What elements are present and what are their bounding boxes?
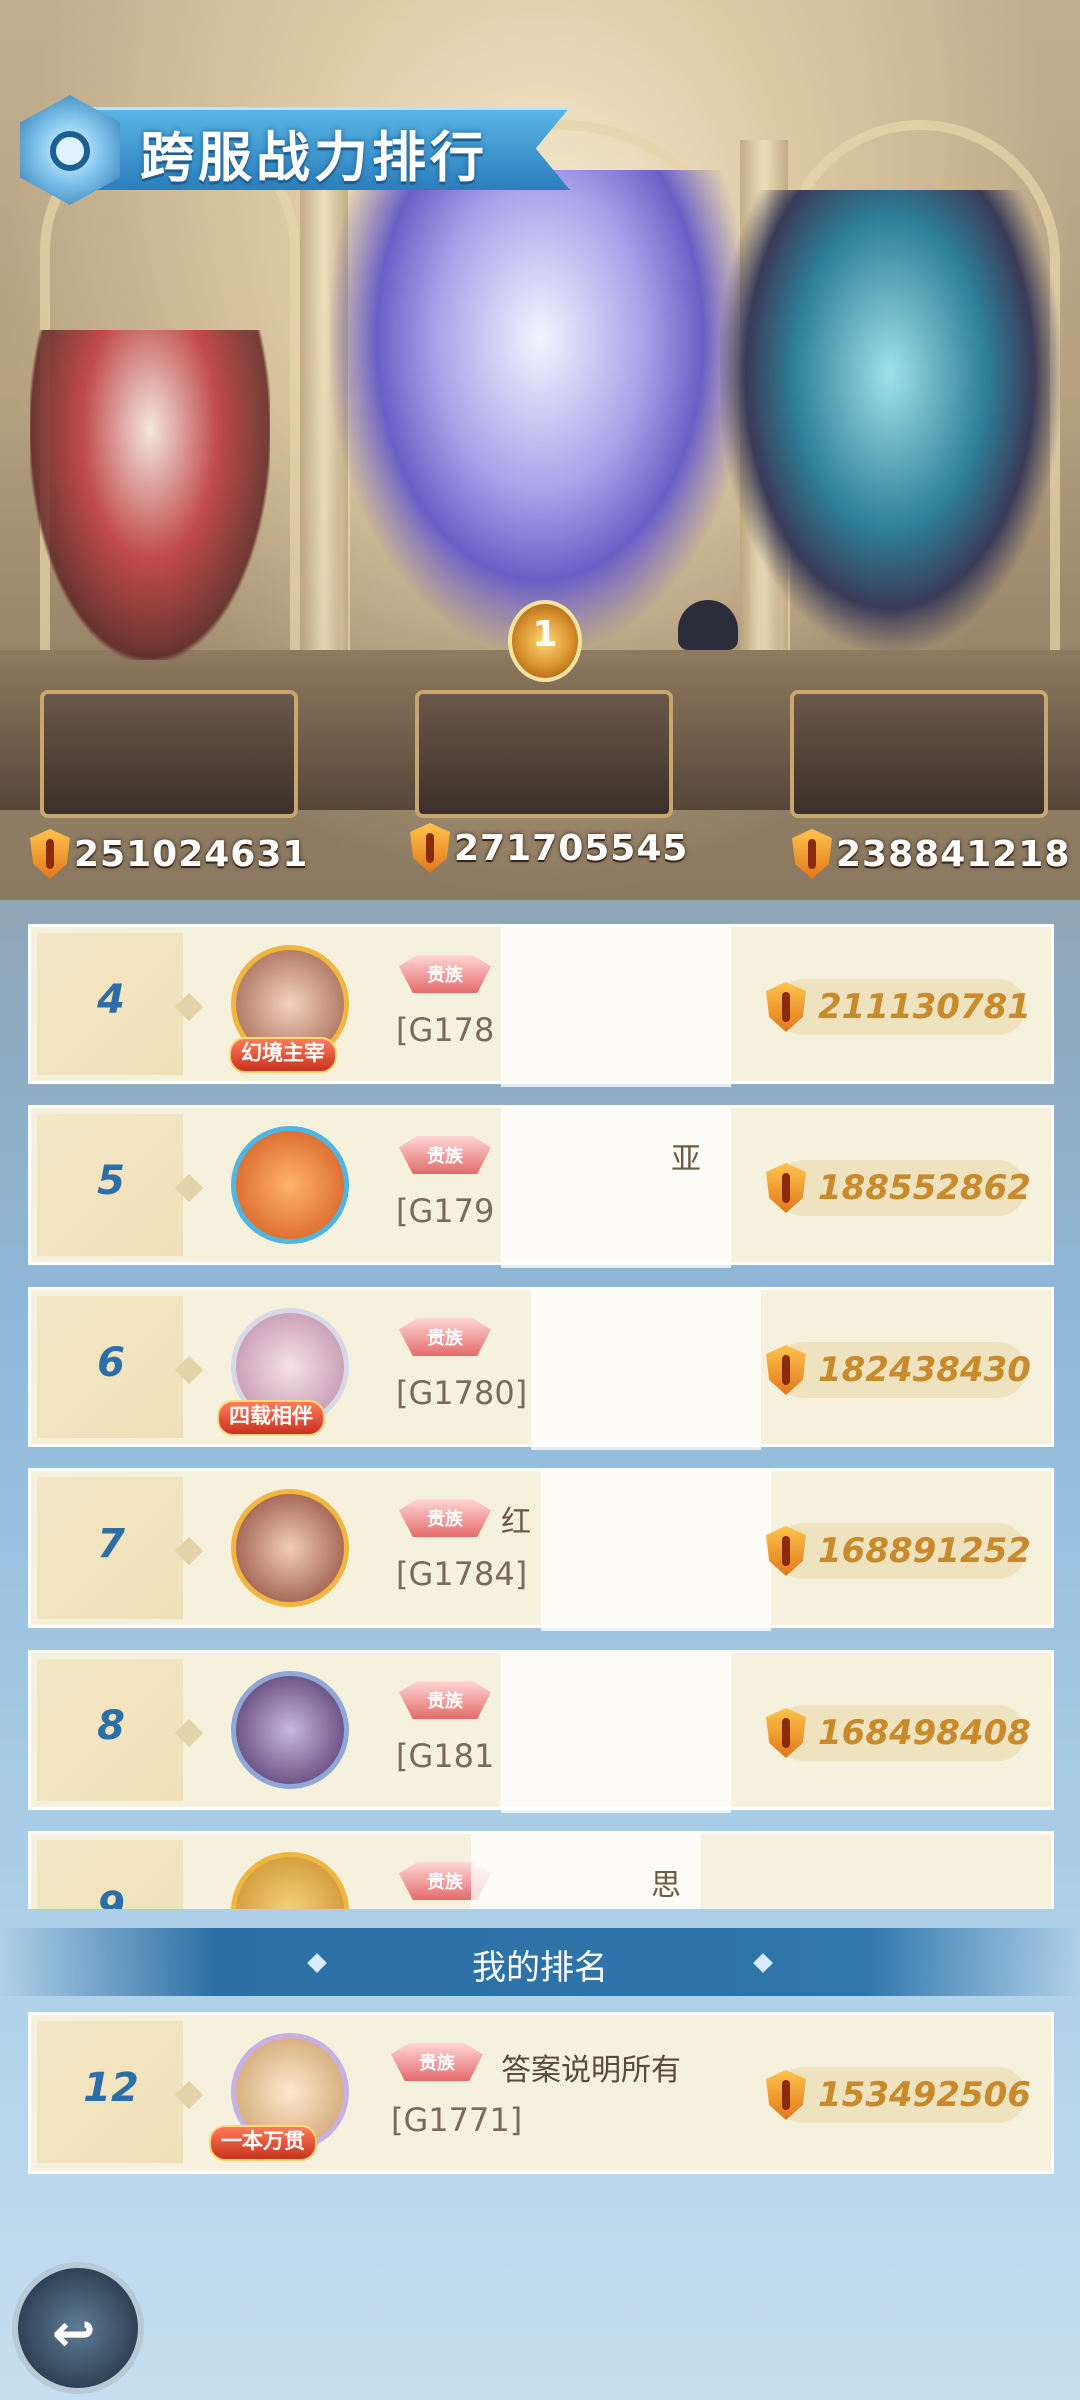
player-name: 思 [651, 1868, 681, 1903]
rank-number: 8 [97, 1703, 125, 1749]
top-power-center: 271705545 [410, 818, 688, 878]
top-hero-left[interactable] [30, 330, 270, 660]
avatar[interactable] [231, 1126, 349, 1244]
rank-number: 7 [97, 1521, 125, 1567]
avatar[interactable] [231, 1852, 349, 1909]
rank-number: 4 [97, 977, 125, 1023]
pedestal-left [40, 690, 298, 818]
power-value: 153492506 [818, 2075, 1031, 2115]
page-title: 跨服战力排行 [140, 126, 488, 189]
power-value: 168498408 [818, 1713, 1031, 1753]
my-rank-row[interactable]: 12 一本万贯 贵族 答案说明所有 [G1771] 153492506 [28, 2012, 1054, 2174]
avatar[interactable] [231, 1489, 349, 1607]
avatar-title-badge: 幻境主宰 [229, 1037, 337, 1073]
rank-one-badge: 1 [508, 600, 582, 682]
top-power-right: 238841218 [792, 824, 1070, 884]
server-tag: [G178 [396, 1011, 495, 1049]
player-name: 答案说明所有 [501, 2053, 681, 2088]
pedestal-center [415, 690, 673, 818]
power-value: 238841218 [836, 833, 1071, 875]
rank-row[interactable]: 7 贵族 [G1784] 红 168891252 [28, 1468, 1054, 1631]
vip-badge: 贵族 [399, 955, 491, 993]
pedestal-right [790, 690, 1048, 818]
vip-badge: 贵族 [399, 1318, 491, 1356]
avatar-title-badge: 一本万贯 [209, 2125, 317, 2161]
rank-number: 12 [83, 2065, 139, 2111]
rank-row[interactable]: 6 四载相伴 贵族 [G1780] 182438430 [28, 1287, 1054, 1450]
vip-badge: 贵族 [391, 2043, 483, 2081]
avatar-title-badge: 四载相伴 [217, 1400, 325, 1436]
power-pill: 188552862 [766, 1160, 1031, 1216]
power-pill: 168891252 [766, 1523, 1031, 1579]
avatar[interactable] [231, 1671, 349, 1789]
power-pill: 168498408 [766, 1705, 1031, 1761]
power-value: 168891252 [818, 1531, 1031, 1571]
title-banner: 跨服战力排行 [20, 95, 580, 205]
vip-badge: 贵族 [399, 1681, 491, 1719]
rank-row[interactable]: 5 贵族 [G179 亚 188552862 [28, 1105, 1054, 1268]
top-hero-right[interactable] [720, 190, 1060, 650]
shield-sword-icon [792, 829, 832, 879]
power-value: 271705545 [454, 827, 689, 869]
shield-sword-icon [766, 1163, 806, 1213]
rank-number: 6 [97, 1340, 125, 1386]
server-tag: [G181 [396, 1737, 495, 1775]
power-value: 188552862 [818, 1168, 1031, 1208]
rank-row[interactable]: 4 幻境主宰 贵族 [G178 211130781 [28, 924, 1054, 1087]
power-value: 182438430 [818, 1350, 1031, 1390]
my-rank-title: 我的排名 [472, 1948, 608, 1988]
player-name: 亚 [671, 1142, 701, 1177]
server-tag: [G179 [396, 1192, 495, 1230]
rank-list[interactable]: 4 幻境主宰 贵族 [G178 211130781 5 贵族 [G179 亚 1… [28, 924, 1054, 1909]
top-hero-center[interactable] [330, 170, 750, 650]
rank-row[interactable]: 8 贵族 [G181 168498408 [28, 1650, 1054, 1813]
shield-sword-icon [30, 829, 70, 879]
power-pill: 211130781 [766, 979, 1031, 1035]
rank-number: 9 [97, 1884, 125, 1909]
vip-badge: 贵族 [399, 1499, 491, 1537]
shield-sword-icon [766, 1708, 806, 1758]
back-button[interactable]: ↩ [12, 2262, 144, 2394]
shield-sword-icon [766, 982, 806, 1032]
top-power-left: 251024631 [30, 824, 308, 884]
rank-number: 5 [97, 1158, 125, 1204]
server-tag: [G1780] [396, 1374, 528, 1412]
power-pill: 153492506 [766, 2067, 1031, 2123]
shield-sword-icon [410, 823, 450, 873]
shield-sword-icon [766, 1526, 806, 1576]
power-value: 251024631 [74, 833, 309, 875]
vip-badge: 贵族 [399, 1136, 491, 1174]
my-rank-header: 我的排名 [0, 1928, 1080, 1996]
shield-sword-icon [766, 1345, 806, 1395]
server-tag: [G1784] [396, 1555, 528, 1593]
shield-sword-icon [766, 2070, 806, 2120]
server-tag: [G1771] [391, 2101, 523, 2139]
return-arrow-icon: ↩ [52, 2304, 96, 2364]
player-name: 红 [501, 1505, 531, 1540]
rank-row[interactable]: 9 贵族 思 [28, 1831, 1054, 1909]
power-value: 211130781 [818, 987, 1031, 1027]
power-pill: 182438430 [766, 1342, 1031, 1398]
